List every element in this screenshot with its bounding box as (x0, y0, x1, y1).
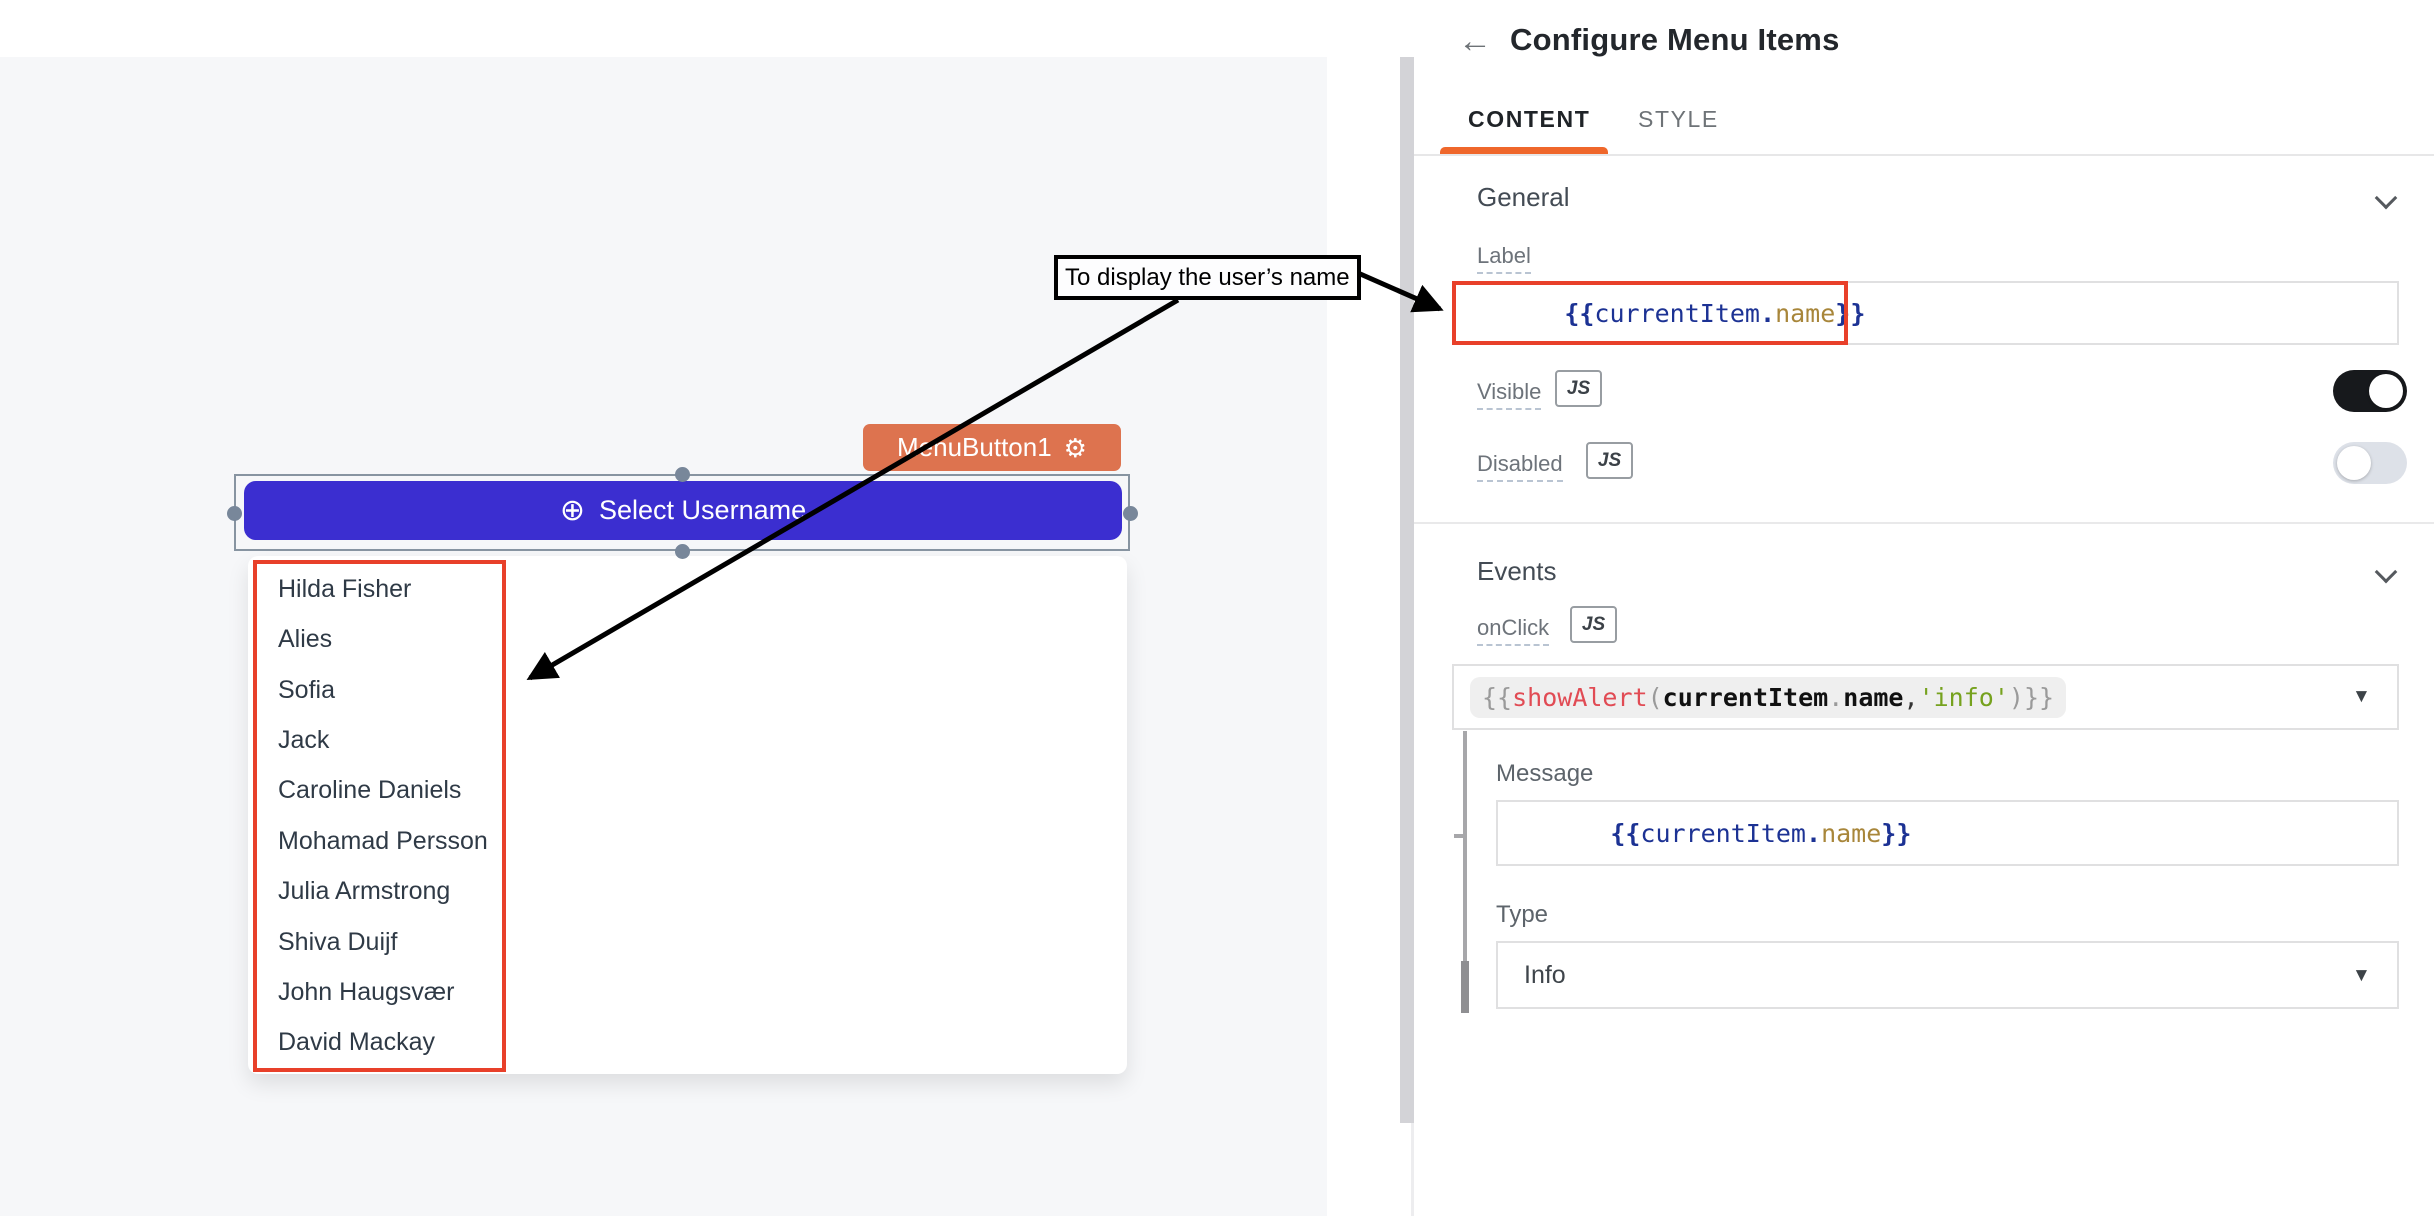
annotation-text: To display the user’s name (1065, 264, 1350, 292)
dropdown-caret-icon[interactable]: ▼ (2352, 965, 2371, 987)
menu-items-highlight-box: Hilda Fisher Alies Sofia Jack Caroline D… (253, 560, 506, 1072)
menu-item[interactable]: Mohamad Persson (257, 816, 502, 866)
visible-label: Visible (1477, 379, 1541, 410)
disabled-label: Disabled (1477, 451, 1563, 482)
gear-icon[interactable]: ⚙ (1064, 435, 1087, 461)
menu-item[interactable]: David Mackay (257, 1018, 502, 1068)
tab-style[interactable]: STYLE (1638, 106, 1719, 133)
disabled-switch-knob (2337, 446, 2371, 480)
nested-fields-tick (1454, 834, 1464, 838)
menu-item[interactable]: Sofia (257, 665, 502, 715)
tab-row-divider (1413, 154, 2434, 156)
menu-button-label: Select Username (599, 495, 806, 526)
widget-name-label: MenuButton1 (897, 432, 1052, 463)
onclick-action-select[interactable]: {{showAlert(currentItem.name,'info')}} (1452, 664, 2399, 730)
section-events-title: Events (1477, 556, 1557, 587)
menu-item[interactable]: Caroline Daniels (257, 766, 502, 816)
annotation-callout: To display the user’s name (1054, 255, 1361, 300)
app-root: MenuButton1 ⚙ ⊕ Select Username Hilda Fi… (0, 0, 2434, 1216)
section-divider (1413, 522, 2434, 524)
onclick-action-chip: {{showAlert(currentItem.name,'info')}} (1470, 677, 2066, 718)
visible-switch-knob (2369, 374, 2403, 408)
disabled-switch[interactable] (2333, 442, 2407, 484)
resize-handle-bottom[interactable] (675, 544, 690, 559)
back-icon[interactable]: ← (1458, 22, 1492, 61)
onclick-js-toggle[interactable]: JS (1570, 606, 1617, 643)
type-select-value: Info (1524, 961, 1566, 990)
tab-content[interactable]: CONTENT (1468, 106, 1590, 133)
resize-handle-top[interactable] (675, 467, 690, 482)
dropdown-caret-icon[interactable]: ▼ (2352, 686, 2371, 708)
plus-circle-icon: ⊕ (560, 496, 585, 526)
nested-scrollbar-thumb[interactable] (1461, 961, 1469, 1013)
nested-fields-indent-line (1463, 731, 1467, 992)
label-field-highlight-box (1452, 281, 1848, 345)
message-code: {{currentItem.name}} (1520, 790, 1911, 877)
onclick-label: onClick (1477, 615, 1549, 646)
type-select[interactable]: Info (1496, 941, 2399, 1009)
resize-handle-left[interactable] (227, 506, 242, 521)
menu-item[interactable]: Alies (257, 614, 502, 664)
visible-js-toggle[interactable]: JS (1555, 370, 1602, 407)
widget-name-badge[interactable]: MenuButton1 ⚙ (863, 424, 1121, 471)
menu-item[interactable]: Julia Armstrong (257, 866, 502, 916)
message-label: Message (1496, 760, 1593, 788)
menu-item[interactable]: John Haugsvær (257, 967, 502, 1017)
panel-scrollbar-thumb[interactable] (1400, 57, 1414, 1123)
menu-item[interactable]: Shiva Duijf (257, 917, 502, 967)
menu-item[interactable]: Jack (257, 715, 502, 765)
resize-handle-right[interactable] (1123, 506, 1138, 521)
visible-switch[interactable] (2333, 370, 2407, 412)
menu-button-widget[interactable]: ⊕ Select Username (244, 481, 1122, 540)
disabled-js-toggle[interactable]: JS (1586, 442, 1633, 479)
type-label: Type (1496, 901, 1548, 929)
section-general-title: General (1477, 182, 1570, 213)
menu-item[interactable]: Hilda Fisher (257, 564, 502, 614)
panel-title: Configure Menu Items (1510, 22, 1840, 58)
message-input[interactable]: {{currentItem.name}} (1496, 800, 2399, 866)
